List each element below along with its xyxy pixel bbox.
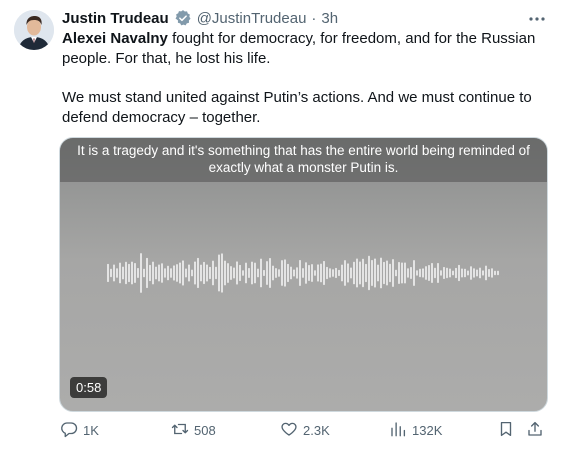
audio-waveform xyxy=(107,253,499,293)
reply-button[interactable]: 1K xyxy=(60,418,99,442)
share-button[interactable] xyxy=(526,418,544,442)
bookmark-button[interactable] xyxy=(497,418,515,442)
share-icon xyxy=(526,420,544,441)
bookmark-icon xyxy=(497,420,515,441)
views-count: 132K xyxy=(412,422,443,438)
tweet-paragraph-2: We must stand united against Putin’s act… xyxy=(62,89,532,126)
author-handle[interactable]: @JustinTrudeau xyxy=(197,10,307,27)
duration-badge: 0:58 xyxy=(70,377,108,398)
tweet-paragraph-1: Alexei Navalny fought for democracy, for… xyxy=(62,29,542,69)
avatar-image xyxy=(14,10,54,50)
mention-navalny: Alexei Navalny xyxy=(62,30,168,47)
tweet-text: Alexei Navalny fought for democracy, for… xyxy=(62,29,542,128)
like-button[interactable]: 2.3K xyxy=(280,418,330,442)
video-caption: It is a tragedy and it's something that … xyxy=(60,138,547,182)
like-icon xyxy=(280,420,298,441)
audio-video-player[interactable]: It is a tragedy and it's something that … xyxy=(59,137,548,412)
timestamp[interactable]: 3h xyxy=(321,10,338,27)
separator-dot: · xyxy=(311,9,317,27)
verified-badge-icon xyxy=(174,9,192,27)
tweet-actions: 1K 508 2.3K 132K xyxy=(0,418,562,442)
repost-count: 508 xyxy=(194,422,216,438)
author-name[interactable]: Justin Trudeau xyxy=(62,10,169,27)
reply-count: 1K xyxy=(83,422,99,438)
views-button[interactable]: 132K xyxy=(389,418,442,442)
avatar[interactable] xyxy=(14,10,54,50)
repost-icon xyxy=(171,420,189,441)
more-icon[interactable] xyxy=(526,8,548,30)
repost-button[interactable]: 508 xyxy=(171,418,216,442)
like-count: 2.3K xyxy=(303,422,330,438)
tweet-header: Justin Trudeau @JustinTrudeau · 3h xyxy=(62,8,338,28)
views-icon xyxy=(389,420,407,441)
reply-icon xyxy=(60,420,78,441)
